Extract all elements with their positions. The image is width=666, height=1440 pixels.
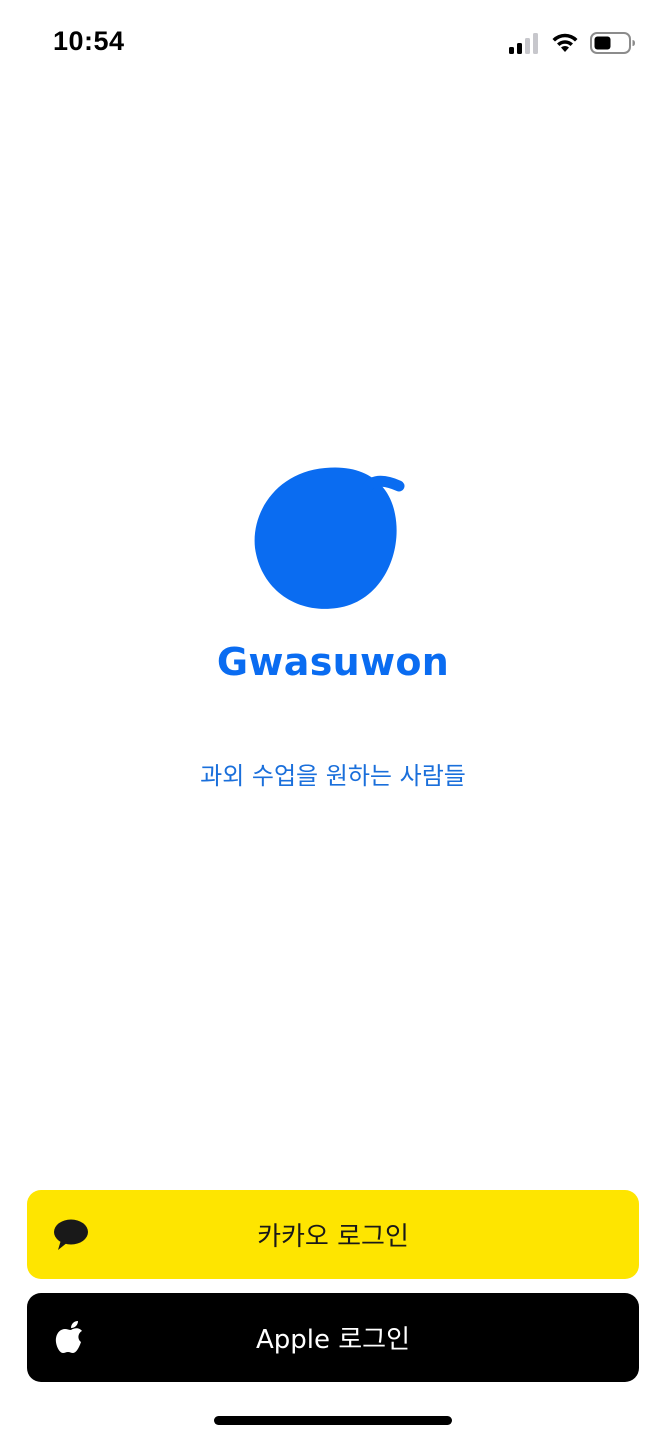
peach-icon [254, 467, 405, 609]
logo-block: Gwasuwon [0, 462, 666, 684]
battery-icon [590, 32, 635, 54]
app-name: Gwasuwon [216, 640, 450, 684]
login-screen: 10:54 Gwasuwon 과외 수업을 원하는 사람들 카카오 로그인 Ap… [0, 0, 666, 1440]
wifi-icon [552, 33, 578, 52]
tagline: 과외 수업을 원하는 사람들 [200, 762, 466, 790]
apple-icon [53, 1320, 89, 1356]
speech-bubble-icon [53, 1217, 89, 1253]
status-bar: 10:54 [0, 0, 666, 88]
kakao-login-button[interactable]: 카카오 로그인 [27, 1190, 639, 1279]
kakao-login-label: 카카오 로그인 [257, 1222, 409, 1252]
home-indicator[interactable] [214, 1416, 452, 1425]
status-time: 10:54 [53, 26, 125, 56]
status-icons [508, 28, 636, 58]
apple-login-label: Apple 로그인 [255, 1325, 411, 1355]
apple-login-button[interactable]: Apple 로그인 [27, 1293, 639, 1382]
signal-icon [509, 33, 538, 54]
